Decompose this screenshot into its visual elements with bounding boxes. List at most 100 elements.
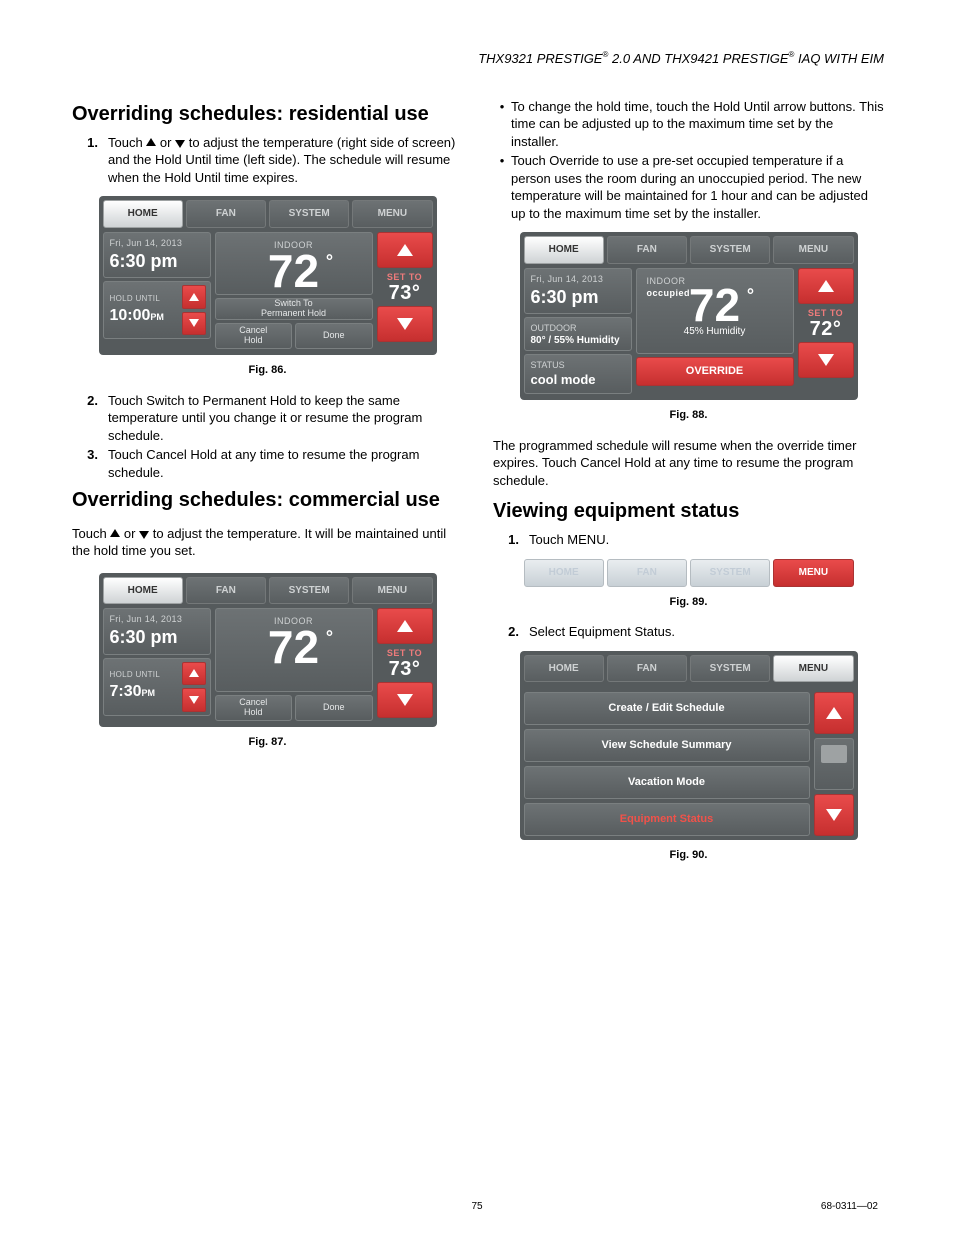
tab-system[interactable]: SYSTEM — [690, 559, 770, 587]
hold-up-button[interactable] — [182, 285, 206, 309]
page-number: 75 — [0, 1200, 954, 1214]
step-number: 1. — [72, 134, 108, 187]
tab-home[interactable]: HOME — [524, 559, 604, 587]
time-value: 6:30 pm — [110, 249, 204, 273]
fig89-caption: Fig. 89. — [493, 595, 884, 610]
time-value: 6:30 pm — [531, 285, 625, 309]
triangle-down-icon — [397, 318, 413, 330]
triangle-down-icon — [189, 319, 199, 327]
datetime-card: Fri, Jun 14, 2013 6:30 pm — [524, 268, 632, 314]
tab-fan[interactable]: FAN — [186, 200, 266, 228]
override-paragraph: The programmed schedule will resume when… — [493, 437, 884, 490]
triangle-up-icon — [189, 669, 199, 677]
registered-mark: ® — [789, 50, 795, 59]
set-to-label: SET TO — [808, 308, 843, 318]
heading-residential: Overriding schedules: residential use — [72, 102, 463, 126]
datetime-card: Fri, Jun 14, 2013 6:30 pm — [103, 608, 211, 654]
date-label: Fri, Jun 14, 2013 — [110, 237, 204, 249]
hold-until-label: HOLD UNTIL — [110, 294, 178, 305]
indoor-temp-value: 72° — [689, 285, 740, 326]
status-card: STATUS cool mode — [524, 354, 632, 394]
scrollbar-thumb[interactable] — [821, 745, 847, 763]
tab-fan[interactable]: FAN — [607, 236, 687, 264]
date-label: Fri, Jun 14, 2013 — [110, 613, 204, 625]
triangle-up-icon — [397, 244, 413, 256]
set-to-value: 73° — [377, 659, 433, 679]
fig90-caption: Fig. 90. — [493, 848, 884, 863]
hold-until-label: HOLD UNTIL — [110, 670, 178, 681]
menu-item-vacation-mode[interactable]: Vacation Mode — [524, 766, 810, 799]
hold-up-button[interactable] — [182, 662, 206, 686]
thermostat-fig88: HOME FAN SYSTEM MENU Fri, Jun 14, 2013 6… — [520, 232, 858, 400]
tab-home[interactable]: HOME — [103, 577, 183, 605]
menu-item-create-schedule[interactable]: Create / Edit Schedule — [524, 692, 810, 725]
menu-item-equipment-status[interactable]: Equipment Status — [524, 803, 810, 836]
indoor-temp-value: 72° — [268, 627, 319, 668]
set-to-label: SET TO — [387, 648, 422, 658]
hold-pm: PM — [142, 688, 156, 698]
menu-item-view-summary[interactable]: View Schedule Summary — [524, 729, 810, 762]
tabbar-fig89: HOME FAN SYSTEM MENU — [524, 559, 854, 587]
cancel-hold-button[interactable]: Cancel Hold — [215, 323, 293, 349]
tab-system[interactable]: SYSTEM — [269, 200, 349, 228]
triangle-down-icon — [189, 696, 199, 704]
hold-time: 10:00 — [110, 307, 151, 324]
commercial-paragraph: Touch or to adjust the temperature. It w… — [72, 525, 463, 560]
temp-down-button[interactable] — [377, 306, 433, 342]
tab-fan[interactable]: FAN — [186, 577, 266, 605]
set-to-block: SET TO 73° — [377, 271, 433, 303]
tab-menu[interactable]: MENU — [773, 655, 853, 683]
bullet-2-text: Touch Override to use a pre-set occupied… — [511, 152, 884, 222]
tab-menu[interactable]: MENU — [773, 559, 853, 587]
temp-up-button[interactable] — [377, 232, 433, 268]
temp-up-button[interactable] — [798, 268, 854, 304]
indoor-temp-card: INDOOR occupied 72° 45% Humidity — [636, 268, 794, 354]
tab-menu[interactable]: MENU — [352, 577, 432, 605]
tab-home[interactable]: HOME — [103, 200, 183, 228]
indoor-temp-card: INDOOR 72° — [215, 608, 373, 692]
indoor-temp-num: 72 — [689, 279, 740, 331]
scrollbar-track[interactable] — [814, 738, 854, 789]
tab-home[interactable]: HOME — [524, 236, 604, 264]
set-to-block: SET TO 72° — [798, 307, 854, 339]
header-tail: IAQ WITH EIM — [794, 51, 884, 66]
scroll-up-button[interactable] — [814, 692, 854, 734]
tab-fan[interactable]: FAN — [607, 655, 687, 683]
override-button[interactable]: OVERRIDE — [636, 357, 794, 386]
left-column: Overriding schedules: residential use 1.… — [72, 96, 463, 877]
tab-system[interactable]: SYSTEM — [269, 577, 349, 605]
done-button[interactable]: Done — [295, 695, 373, 721]
switch-permanent-hold-button[interactable]: Switch To Permanent Hold — [215, 298, 373, 320]
tab-menu[interactable]: MENU — [352, 200, 432, 228]
bullet-icon: • — [493, 152, 511, 222]
tab-system[interactable]: SYSTEM — [690, 655, 770, 683]
temp-up-button[interactable] — [377, 608, 433, 644]
hold-down-button[interactable] — [182, 688, 206, 712]
indoor-temp-num: 72 — [268, 621, 319, 673]
tab-menu[interactable]: MENU — [773, 236, 853, 264]
step-number: 1. — [493, 531, 529, 549]
hold-down-button[interactable] — [182, 312, 206, 336]
triangle-down-icon — [826, 809, 842, 821]
temp-down-button[interactable] — [377, 682, 433, 718]
done-button[interactable]: Done — [295, 323, 373, 349]
step-1r-text: Touch MENU. — [529, 531, 609, 549]
tab-fan[interactable]: FAN — [607, 559, 687, 587]
tab-home[interactable]: HOME — [524, 655, 604, 683]
scroll-down-button[interactable] — [814, 794, 854, 836]
temp-down-button[interactable] — [798, 342, 854, 378]
step-number: 2. — [72, 392, 108, 445]
step-1-text: Touch or to adjust the temperature (righ… — [108, 134, 463, 187]
hold-until-card: HOLD UNTIL 7:30PM — [103, 658, 211, 716]
set-to-label: SET TO — [387, 272, 422, 282]
tab-system[interactable]: SYSTEM — [690, 236, 770, 264]
fig86-caption: Fig. 86. — [72, 363, 463, 378]
hold-time: 7:30 — [110, 683, 142, 700]
triangle-up-icon — [818, 280, 834, 292]
triangle-up-icon — [146, 138, 156, 146]
indoor-temp-card: INDOOR 72° — [215, 232, 373, 296]
cancel-hold-button[interactable]: Cancel Hold — [215, 695, 293, 721]
set-to-block: SET TO 73° — [377, 647, 433, 679]
heading-equipment-status: Viewing equipment status — [493, 499, 884, 523]
step-3-text: Touch Cancel Hold at any time to resume … — [108, 446, 463, 481]
